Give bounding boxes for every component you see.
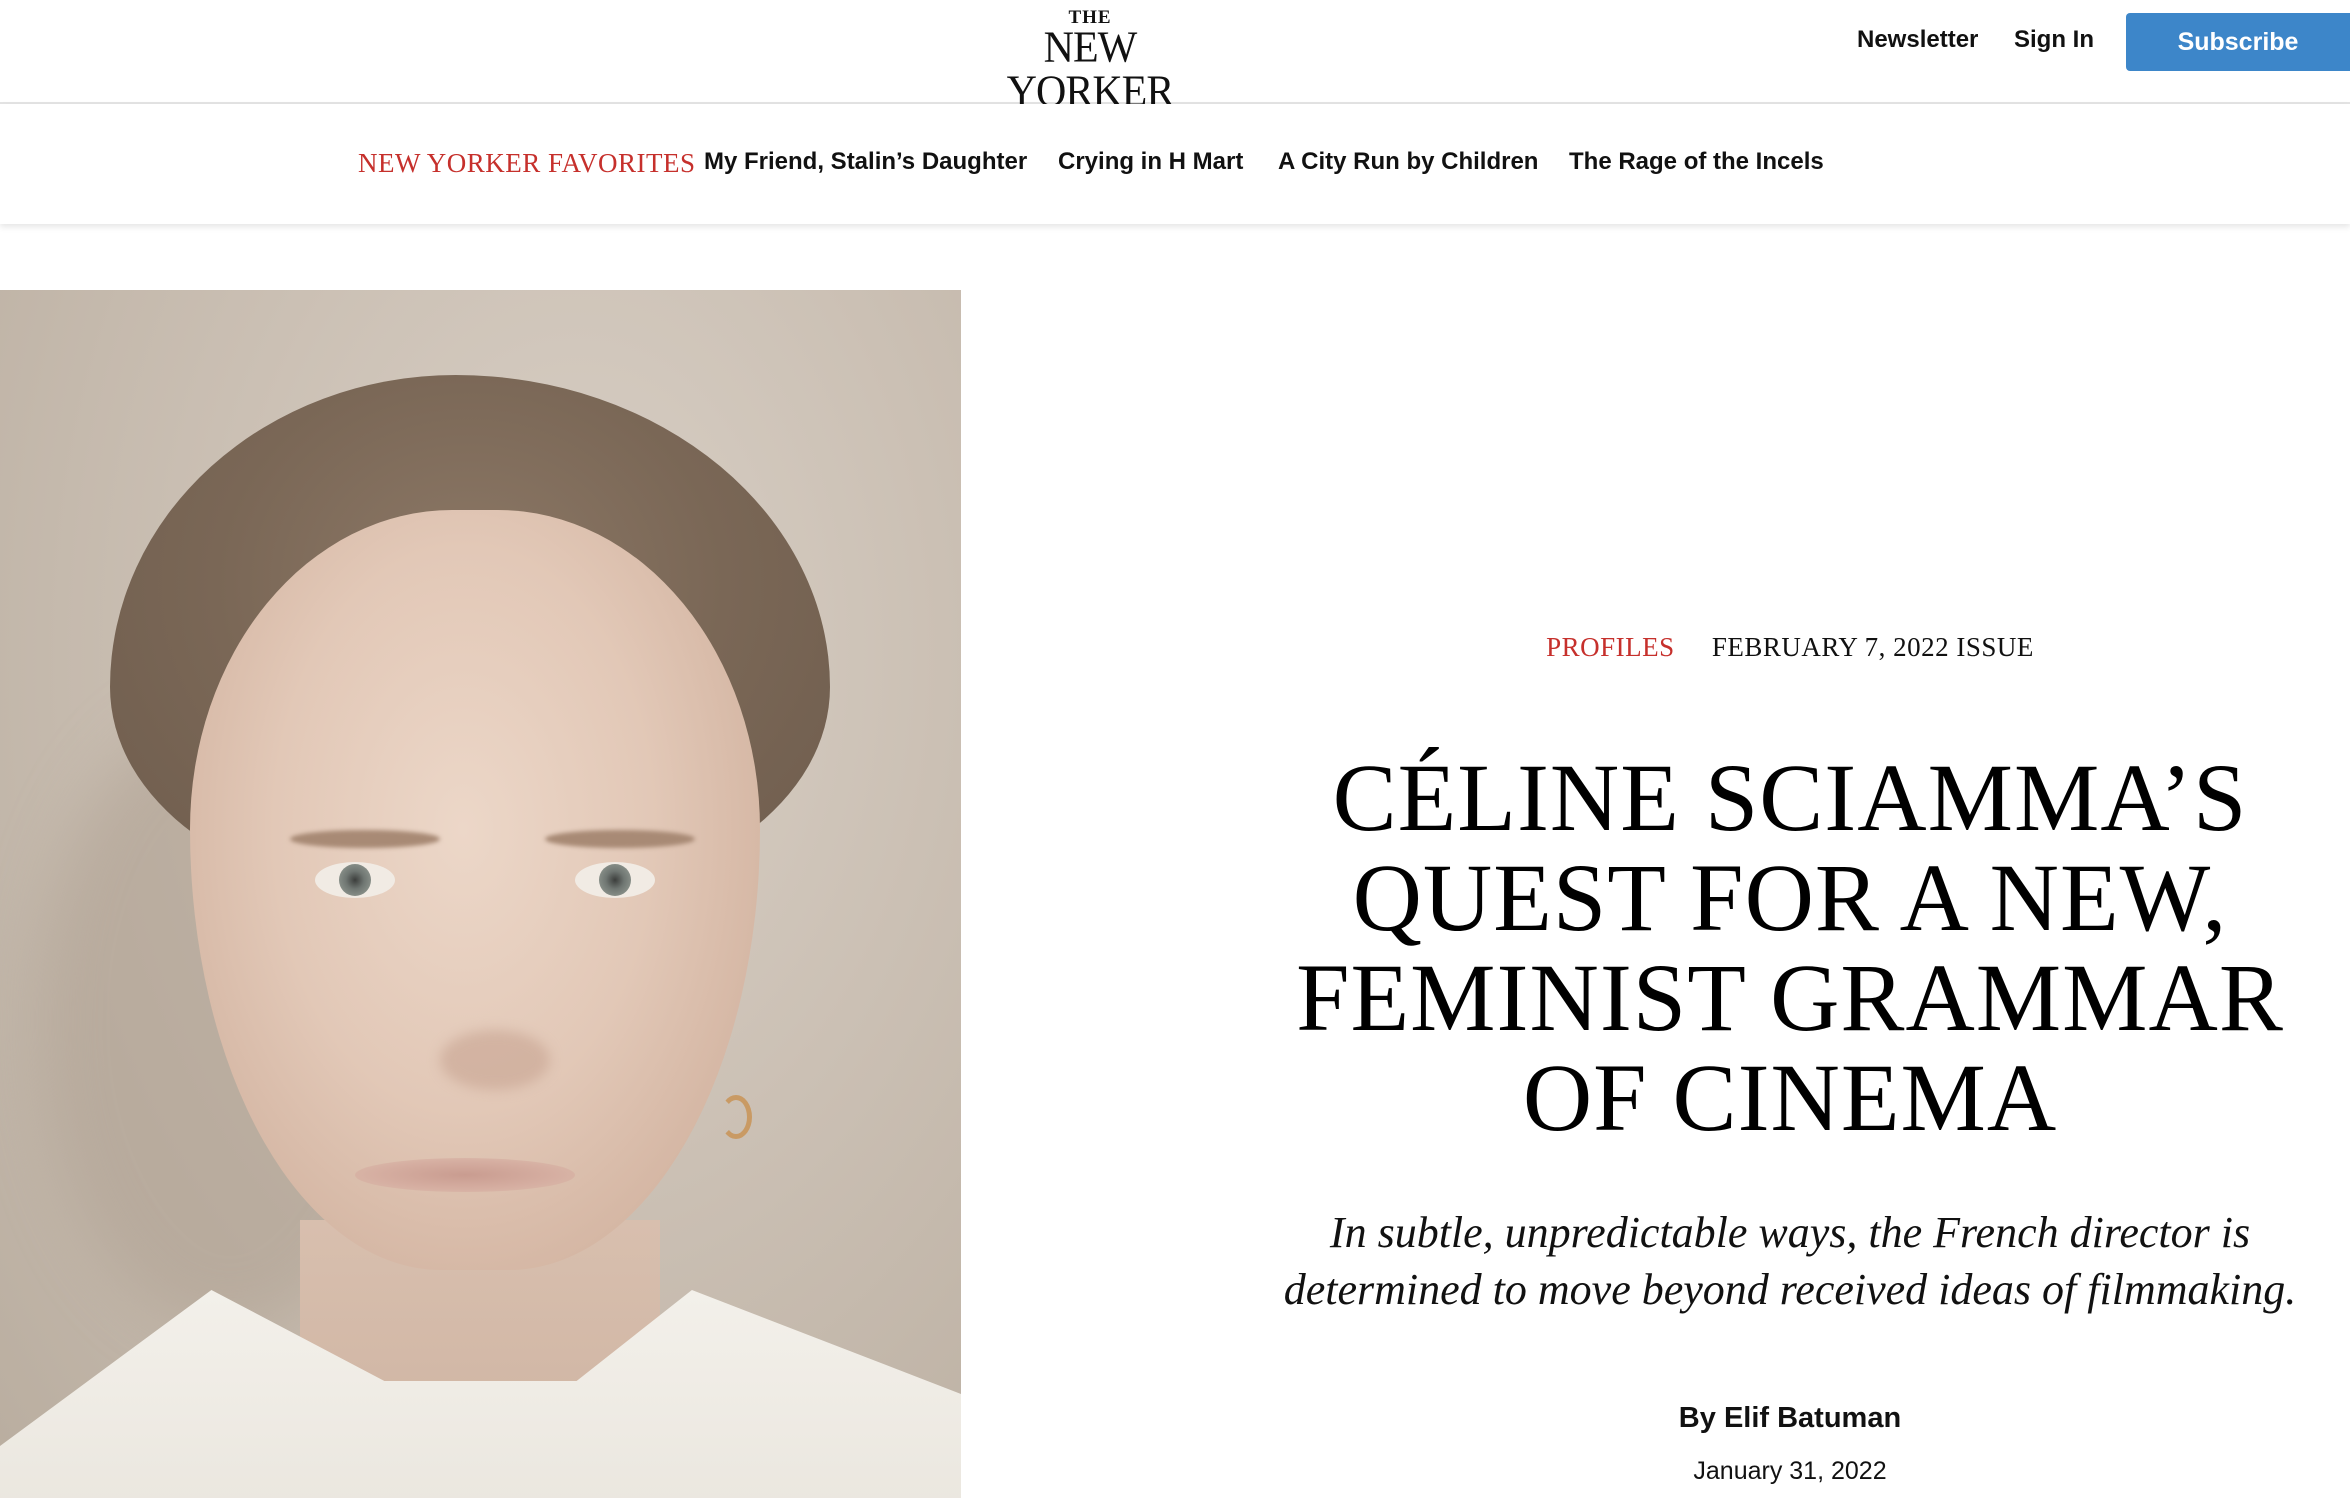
sign-in-link[interactable]: Sign In <box>2014 26 2094 54</box>
byline: By Elif Batuman <box>1480 1402 2100 1435</box>
portrait-mouth <box>355 1158 575 1192</box>
new-yorker-logo[interactable]: THE NEW YORKER <box>968 8 1212 117</box>
nav-item-crying-in-h-mart[interactable]: Crying in H Mart <box>1058 148 1243 176</box>
portrait-earring <box>720 1095 752 1139</box>
portrait-left-brow <box>290 830 440 848</box>
hero-portrait-image <box>0 290 961 1498</box>
portrait-right-eye <box>575 862 655 898</box>
rubric-line: PROFILES FEBRUARY 7, 2022 ISSUE <box>1180 632 2350 663</box>
article-dek: In subtle, unpredictable ways, the Frenc… <box>1283 1208 2297 1314</box>
site-header: THE NEW YORKER Newsletter Sign In Subscr… <box>0 0 2350 114</box>
portrait-right-brow <box>545 830 695 848</box>
portrait-nose <box>440 1030 550 1090</box>
portrait-face <box>190 510 760 1270</box>
rubric-profiles-link[interactable]: PROFILES <box>1546 632 1675 662</box>
byline-prefix: By <box>1678 1402 1724 1434</box>
article-headline: CÉLINE SCIAMMA’S QUEST FOR A NEW, FEMINI… <box>1296 744 2284 1151</box>
publish-date: January 31, 2022 <box>1693 1457 1887 1485</box>
logo-wordmark: NEW YORKER <box>1006 23 1175 117</box>
issue-date-link[interactable]: FEBRUARY 7, 2022 ISSUE <box>1712 632 2034 662</box>
newsletter-link[interactable]: Newsletter <box>1857 26 1978 54</box>
subscribe-button[interactable]: Subscribe <box>2126 13 2350 71</box>
nav-item-city-run-by-children[interactable]: A City Run by Children <box>1278 148 1538 176</box>
portrait-left-eye <box>315 862 395 898</box>
nav-favorites-label[interactable]: NEW YORKER FAVORITES <box>358 148 696 179</box>
nav-item-stalins-daughter[interactable]: My Friend, Stalin’s Daughter <box>704 148 1027 176</box>
nav-item-rage-of-the-incels[interactable]: The Rage of the Incels <box>1569 148 1824 176</box>
author-link[interactable]: Elif Batuman <box>1724 1402 1901 1434</box>
favorites-nav: NEW YORKER FAVORITES My Friend, Stalin’s… <box>0 104 2350 224</box>
